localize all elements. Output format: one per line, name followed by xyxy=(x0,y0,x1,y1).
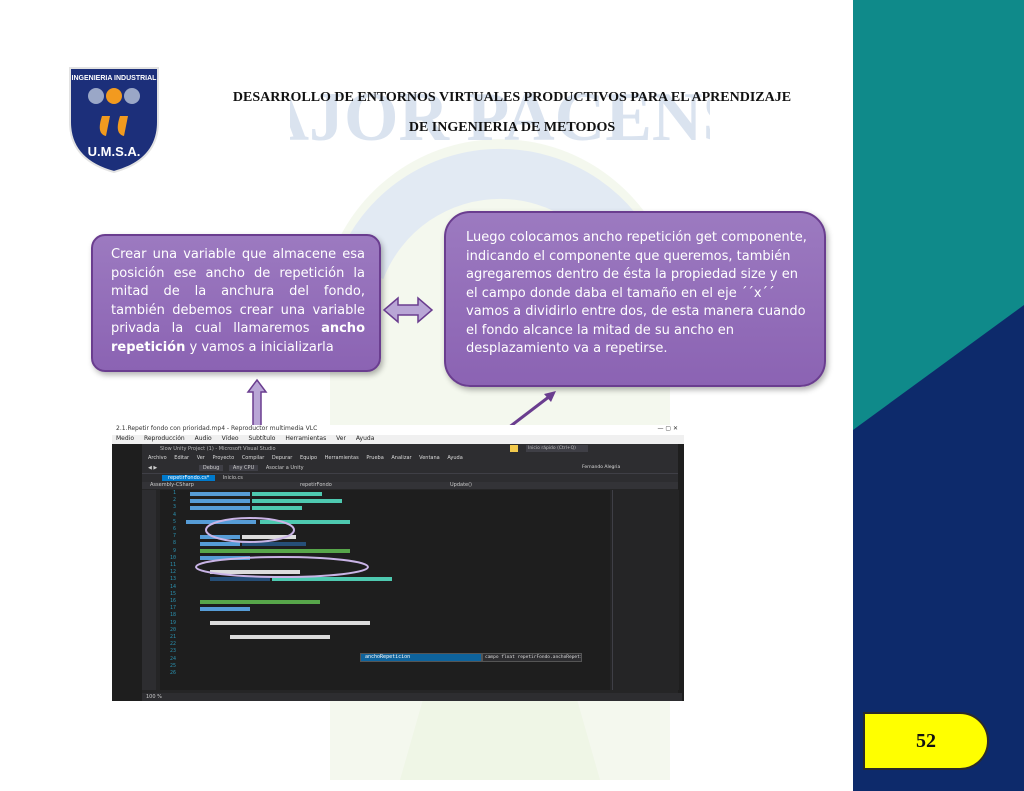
player-title: 2.1.Repetir fondo con prioridad.mp4 - Re… xyxy=(116,425,318,432)
vs-tab-strip: repetirFondo.cs* Inicio.cs xyxy=(142,474,678,482)
nav-project[interactable]: Assembly-CSharp xyxy=(150,482,300,489)
player-menu-item[interactable]: Ayuda xyxy=(356,435,375,442)
logo-top-text: INGENIERIA INDUSTRIAL xyxy=(72,75,158,82)
player-menu-item[interactable]: Herramientas xyxy=(285,435,326,442)
document-header-line2: DE INGENIERIA DE METODOS xyxy=(408,120,616,135)
vs-menu-item[interactable]: Equipo xyxy=(300,455,317,461)
page-number-badge: 52 xyxy=(863,712,989,770)
up-arrow-icon xyxy=(246,378,268,429)
nav-member[interactable]: Update() xyxy=(450,482,600,489)
player-title-bar: 2.1.Repetir fondo con prioridad.mp4 - Re… xyxy=(112,425,684,435)
toolbox-strip[interactable] xyxy=(142,490,156,690)
intellisense-tooltip: campo float repetirFondo.anchoRepeticion xyxy=(482,653,582,662)
tab-repetir-fondo[interactable]: repetirFondo.cs* xyxy=(162,475,216,481)
left-callout: Crear una variable que almacene esa posi… xyxy=(91,234,381,372)
right-decorative-band xyxy=(853,0,1024,791)
page-number: 52 xyxy=(916,729,936,752)
right-callout-text: Luego colocamos ancho repetición get com… xyxy=(466,230,807,356)
logo-bottom-text: U.M.S.A. xyxy=(88,144,141,159)
intellisense-item[interactable]: anchoRepeticion xyxy=(361,654,481,661)
vs-menu-item[interactable]: Ver xyxy=(197,455,205,461)
vs-menu-item[interactable]: Ventana xyxy=(419,455,440,461)
vs-title-bar: Slow Unity Project (1) - Microsoft Visua… xyxy=(142,444,678,454)
code-lines xyxy=(186,492,392,639)
player-menu-item[interactable]: Subtítulo xyxy=(248,435,275,442)
player-menu-bar: Medio Reproducción Audio Vídeo Subtítulo… xyxy=(112,435,684,444)
document-header-line1: DESARROLLO DE ENTORNOS VIRTUALES PRODUCT… xyxy=(232,90,792,105)
umsa-logo: INGENIERIA INDUSTRIAL U.M.S.A. xyxy=(69,67,159,174)
vs-menu-item[interactable]: Ayuda xyxy=(447,455,462,461)
left-callout-text-end: y vamos a inicializarla xyxy=(185,339,334,355)
right-callout: Luego colocamos ancho repetición get com… xyxy=(444,211,826,387)
vs-menu-item[interactable]: Herramientas xyxy=(325,455,359,461)
vs-user-name[interactable]: Fernando Alegria xyxy=(582,463,620,472)
platform-select[interactable]: Any CPU xyxy=(228,465,259,471)
player-menu-item[interactable]: Reproducción xyxy=(144,435,185,442)
vs-menu-item[interactable]: Compilar xyxy=(242,455,265,461)
nav-class[interactable]: repetirFondo xyxy=(300,482,450,489)
embedded-screenshot: 2.1.Repetir fondo con prioridad.mp4 - Re… xyxy=(112,425,684,701)
solution-explorer-panel[interactable] xyxy=(612,490,679,690)
code-navigation-bar: Assembly-CSharp repetirFondo Update() xyxy=(142,482,678,489)
vs-menu-item[interactable]: Proyecto xyxy=(212,455,234,461)
player-menu-item[interactable]: Audio xyxy=(195,435,212,442)
line-numbers: 1 2 3 4 5 6 7 8 9 10 11 12 13 14 15 16 17 18 19 20 21 22 23 24 2… xyxy=(169,490,176,677)
config-select[interactable]: Debug xyxy=(198,465,224,471)
player-menu-item[interactable]: Medio xyxy=(116,435,134,442)
visual-studio-window: Slow Unity Project (1) - Microsoft Visua… xyxy=(142,444,682,701)
code-editor[interactable]: 1 2 3 4 5 6 7 8 9 10 11 12 13 14 15 16 17 18 19 20 21 22 23 24 2… xyxy=(160,490,610,690)
vs-menu-item[interactable]: Prueba xyxy=(366,455,383,461)
vs-menu-item[interactable]: Archivo xyxy=(148,455,167,461)
filter-icon[interactable] xyxy=(510,445,518,452)
player-menu-item[interactable]: Vídeo xyxy=(222,435,239,442)
zoom-indicator[interactable]: 100 % xyxy=(142,693,682,701)
intellisense-popup[interactable]: anchoRepeticion xyxy=(360,653,482,662)
nav-arrows-icon[interactable]: ◀ ▶ xyxy=(148,465,157,471)
vs-menu-item[interactable]: Depurar xyxy=(272,455,292,461)
vs-menu-item[interactable]: Editar xyxy=(174,455,189,461)
vs-menu-item[interactable]: Analizar xyxy=(391,455,411,461)
attach-unity-button[interactable]: Asociar a Unity xyxy=(266,465,304,471)
window-controls-icon[interactable]: — ▢ ✕ xyxy=(657,425,678,432)
player-menu-item[interactable]: Ver xyxy=(336,435,346,442)
vs-menu-bar: Archivo Editar Ver Proyecto Compilar Dep… xyxy=(142,454,678,470)
tab-inicio[interactable]: Inicio.cs xyxy=(217,475,249,481)
quick-launch-input[interactable]: Inicio rápido (Ctrl+Q) xyxy=(526,445,588,452)
vs-title: Slow Unity Project (1) - Microsoft Visua… xyxy=(160,446,276,452)
